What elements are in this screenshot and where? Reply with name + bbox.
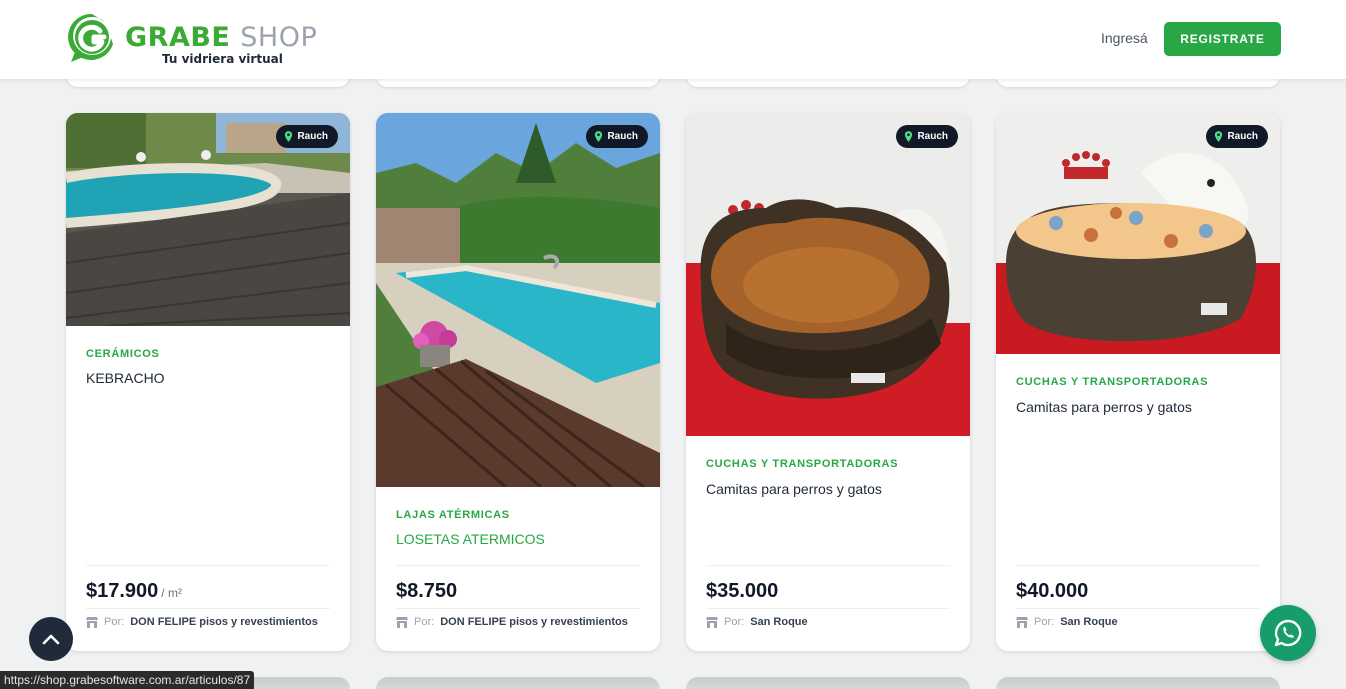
seller-prefix: Por: [724, 616, 745, 628]
product-image[interactable]: Rauch [686, 113, 970, 436]
seller-info[interactable]: Por: San Roque [1016, 616, 1118, 628]
seller-info[interactable]: Por: San Roque [706, 616, 808, 628]
logo-word-shop: SHOP [240, 22, 318, 53]
product-title[interactable]: KEBRACHO [86, 370, 330, 386]
store-icon [396, 616, 408, 628]
product-title[interactable]: Camitas para perros y gatos [1016, 399, 1260, 415]
seller-name[interactable]: DON FELIPE pisos y revestimientos [440, 616, 628, 628]
status-bar-url: https://shop.grabesoftware.com.ar/articu… [0, 671, 255, 689]
seller-name[interactable]: San Roque [750, 616, 807, 628]
map-pin-icon [595, 131, 603, 142]
seller-prefix: Por: [414, 616, 435, 628]
seller-info[interactable]: Por: DON FELIPE pisos y revestimientos [396, 616, 628, 628]
product-title[interactable]: LOSETAS ATERMICOS [396, 531, 640, 547]
divider [1016, 608, 1260, 609]
price-value: $40.000 [1016, 580, 1089, 602]
grabe-logo-icon [68, 13, 113, 62]
product-card[interactable]: Rauch LAJAS ATÉRMICAS LOSETAS ATERMICOS … [376, 113, 660, 651]
map-pin-icon [1215, 131, 1223, 142]
location-label: Rauch [607, 131, 638, 142]
location-label: Rauch [917, 131, 948, 142]
product-category[interactable]: CUCHAS Y TRANSPORTADORAS [706, 458, 898, 470]
product-card[interactable]: Rauch CERÁMICOS KEBRACHO $17.900/ m² Por… [66, 113, 350, 651]
seller-prefix: Por: [104, 616, 125, 628]
grabe-shop-logo[interactable]: GRABE SHOP Tu vidriera virtual [67, 12, 327, 68]
product-price: $17.900/ m² [86, 580, 182, 603]
price-value: $35.000 [706, 580, 779, 602]
product-category[interactable]: LAJAS ATÉRMICAS [396, 509, 510, 521]
location-label: Rauch [297, 131, 328, 142]
logo-wordmark: GRABE SHOP [125, 23, 317, 53]
chevron-up-icon [42, 634, 60, 645]
seller-prefix: Por: [1034, 616, 1055, 628]
location-badge: Rauch [276, 125, 338, 148]
product-card-partial[interactable] [996, 677, 1280, 689]
divider [86, 608, 330, 609]
product-category[interactable]: CERÁMICOS [86, 348, 160, 360]
store-icon [1016, 616, 1028, 628]
location-badge: Rauch [896, 125, 958, 148]
product-card-partial[interactable] [376, 677, 660, 689]
whatsapp-icon [1274, 619, 1302, 647]
map-pin-icon [905, 131, 913, 142]
product-card-partial[interactable] [686, 677, 970, 689]
location-badge: Rauch [586, 125, 648, 148]
price-unit: / m² [161, 586, 182, 600]
divider [706, 565, 950, 566]
product-card[interactable]: Rauch CUCHAS Y TRANSPORTADORAS Camitas p… [996, 113, 1280, 651]
product-title[interactable]: Camitas para perros y gatos [706, 481, 950, 497]
map-pin-icon [285, 131, 293, 142]
site-header: GRABE SHOP Tu vidriera virtual Ingresá R… [0, 0, 1346, 79]
seller-name[interactable]: DON FELIPE pisos y revestimientos [130, 616, 318, 628]
location-badge: Rauch [1206, 125, 1268, 148]
product-price: $8.750 [396, 580, 460, 603]
divider [86, 565, 330, 566]
seller-info[interactable]: Por: DON FELIPE pisos y revestimientos [86, 616, 318, 628]
divider [396, 608, 640, 609]
price-value: $17.900 [86, 580, 159, 602]
price-value: $8.750 [396, 580, 458, 602]
product-category[interactable]: CUCHAS Y TRANSPORTADORAS [1016, 376, 1208, 388]
store-icon [706, 616, 718, 628]
product-image[interactable]: Rauch [996, 113, 1280, 354]
divider [706, 608, 950, 609]
product-image[interactable]: Rauch [376, 113, 660, 487]
login-link[interactable]: Ingresá [1101, 30, 1148, 46]
whatsapp-button[interactable] [1260, 605, 1316, 661]
product-price: $40.000 [1016, 580, 1091, 603]
product-card[interactable]: Rauch CUCHAS Y TRANSPORTADORAS Camitas p… [686, 113, 970, 651]
store-icon [86, 616, 98, 628]
product-price: $35.000 [706, 580, 781, 603]
divider [396, 565, 640, 566]
register-button[interactable]: REGISTRATE [1164, 22, 1281, 56]
product-image[interactable]: Rauch [66, 113, 350, 326]
scroll-to-top-button[interactable] [29, 617, 73, 661]
divider [1016, 565, 1260, 566]
location-label: Rauch [1227, 131, 1258, 142]
seller-name[interactable]: San Roque [1060, 616, 1117, 628]
logo-tagline: Tu vidriera virtual [162, 52, 283, 66]
logo-word-grabe: GRABE [125, 22, 231, 53]
